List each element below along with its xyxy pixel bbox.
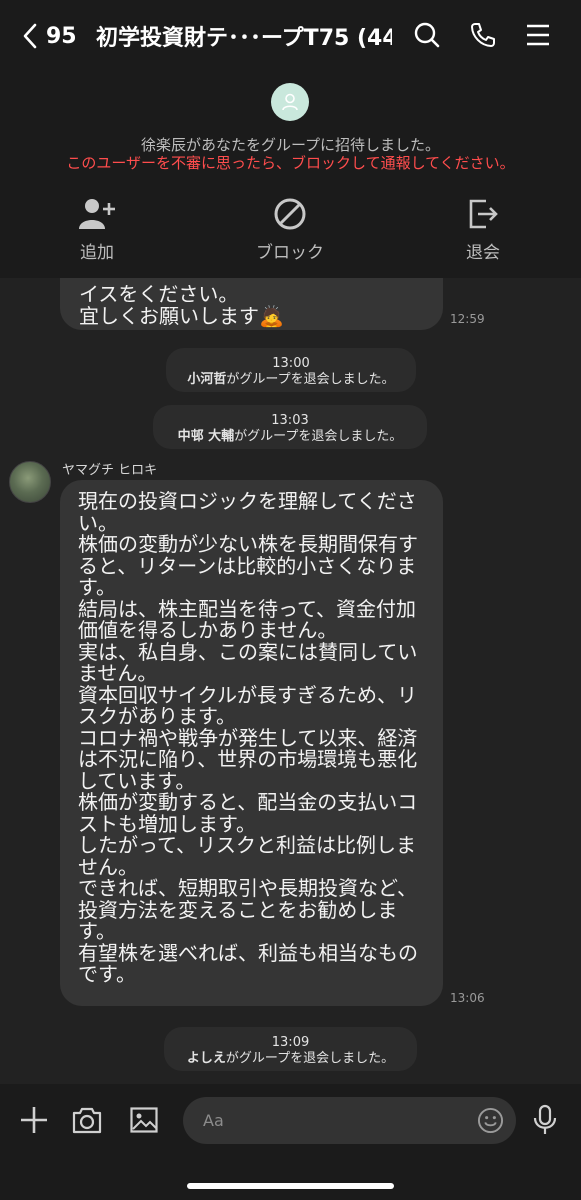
message-line: しています。 — [78, 768, 196, 793]
image-icon — [130, 1107, 158, 1133]
system-message-time: 13:00 — [272, 356, 310, 371]
message-line: イスをください。 — [79, 282, 239, 306]
call-button[interactable] — [467, 18, 499, 52]
add-friend-icon — [79, 199, 115, 229]
system-message-user: 中邨 大輔 — [177, 429, 235, 444]
system-message-time: 13:09 — [271, 1035, 310, 1050]
message-line: は不況に陥り、世界の市場環境も悪化 — [78, 747, 418, 771]
add-friend-button[interactable]: 追加 — [37, 194, 157, 263]
system-message: 13:03 中邨 大輔がグループを退会しました。 — [153, 405, 427, 449]
leave-icon — [469, 199, 498, 229]
system-message: 13:09 よしえがグループを退会しました。 — [164, 1027, 417, 1071]
add-attachment-button[interactable] — [16, 1102, 52, 1138]
leave-group-button[interactable]: 退会 — [423, 194, 543, 263]
system-message-time: 13:03 — [271, 413, 309, 428]
message-line: 宜しくお願いします🙇 — [79, 303, 284, 328]
camera-icon — [72, 1107, 102, 1134]
image-button[interactable] — [126, 1102, 162, 1138]
message-bubble[interactable]: 現在の投資ロジックを理解してくださ い。 株価の変動が少ない株を長期間保有す る… — [60, 480, 443, 1006]
message-line: ると、リターンは比較的小さくなりま — [78, 553, 417, 578]
message-line: 資本回収サイクルが長すぎるため、リ — [78, 682, 417, 707]
message-line: す。 — [78, 919, 116, 943]
plus-icon — [21, 1107, 47, 1133]
message-time: 13:06 — [450, 991, 485, 1005]
phone-icon — [471, 23, 495, 47]
inviter-avatar — [271, 83, 309, 121]
block-icon — [274, 198, 306, 230]
system-message-text: がグループを退会しました。 — [234, 429, 403, 444]
message-line: スクがあります。 — [78, 704, 236, 728]
message-line: 価値を得るしかありません。 — [78, 618, 338, 642]
system-message-text: がグループを退会しました。 — [225, 1051, 395, 1066]
sender-name: ヤマグチ ヒロキ — [62, 463, 158, 478]
chat-messages[interactable]: イスをください。 宜しくお願いします🙇 12:59 13:00 小河哲がグループ… — [0, 278, 581, 1084]
voice-message-button[interactable] — [527, 1102, 563, 1138]
camera-button[interactable] — [69, 1102, 105, 1138]
block-button[interactable]: ブロック — [230, 194, 350, 263]
message-line: 実は、私自身、この案には賛同してい — [78, 639, 418, 664]
message-line: い。 — [78, 510, 118, 535]
system-message-user: 小河哲 — [187, 372, 227, 387]
message-time: 12:59 — [450, 312, 485, 326]
message-line: 結局は、株主配当を待って、資金付加 — [78, 596, 416, 621]
message-line: したがって、リスクと利益は比例しま — [78, 833, 416, 857]
block-label: ブロック — [256, 243, 324, 263]
search-button[interactable] — [411, 18, 443, 52]
hamburger-menu-icon — [527, 24, 549, 46]
search-icon — [414, 22, 440, 48]
system-message-user: よしえ — [186, 1051, 226, 1066]
chat-title: 初学投資財テ･･･ープT75 (44) — [96, 26, 392, 51]
message-input[interactable]: Aa — [183, 1097, 516, 1144]
add-friend-label: 追加 — [80, 243, 114, 263]
sender-avatar[interactable] — [9, 461, 51, 503]
message-line: です。 — [78, 962, 136, 986]
system-message: 13:00 小河哲がグループを退会しました。 — [166, 348, 416, 392]
system-message-text: がグループを退会しました。 — [226, 372, 395, 387]
message-line: ません。 — [78, 661, 158, 685]
leave-group-label: 退会 — [466, 243, 500, 263]
home-indicator[interactable] — [187, 1183, 394, 1189]
message-line: できれば、短期取引や長期投資など、 — [78, 876, 417, 900]
message-line: 現在の投資ロジックを理解してくださ — [78, 489, 417, 513]
unread-count: 95 — [46, 23, 77, 49]
message-line: す。 — [78, 575, 116, 599]
menu-button[interactable] — [522, 18, 554, 52]
message-line: ストも増加します。 — [78, 811, 256, 836]
message-line: 投資方法を変えることをお勧めしま — [78, 897, 398, 922]
back-button[interactable]: 95 — [20, 20, 77, 52]
chat-header: 95 初学投資財テ･･･ープT75 (44) — [0, 0, 581, 72]
invite-warning: このユーザーを不審に思ったら、ブロックして通報してください。 — [66, 154, 515, 172]
message-line: 有望株を選べれば、利益も相当なもの — [78, 940, 418, 965]
message-input-placeholder: Aa — [203, 1111, 224, 1130]
message-bubble[interactable]: イスをください。 宜しくお願いします🙇 — [60, 278, 443, 330]
message-line: 株価の変動が少ない株を長期間保有す — [78, 532, 418, 556]
emoji-icon[interactable] — [477, 1107, 504, 1134]
invite-notice-panel: 徐楽辰があなたをグループに招待しました。 このユーザーを不審に思ったら、ブロック… — [0, 72, 581, 278]
chat-screen: 95 初学投資財テ･･･ープT75 (44) 徐楽辰があなたをグループに招待しま… — [0, 0, 581, 1200]
microphone-icon — [533, 1104, 557, 1134]
message-line: せん。 — [78, 854, 138, 879]
person-icon — [282, 93, 298, 111]
composer-bar: Aa — [0, 1084, 581, 1200]
message-line: 株価が変動すると、配当金の支払いコ — [78, 790, 418, 814]
message-line: コロナ禍や戦争が発生して以来、経済 — [78, 725, 418, 750]
chevron-left-icon — [23, 23, 37, 49]
